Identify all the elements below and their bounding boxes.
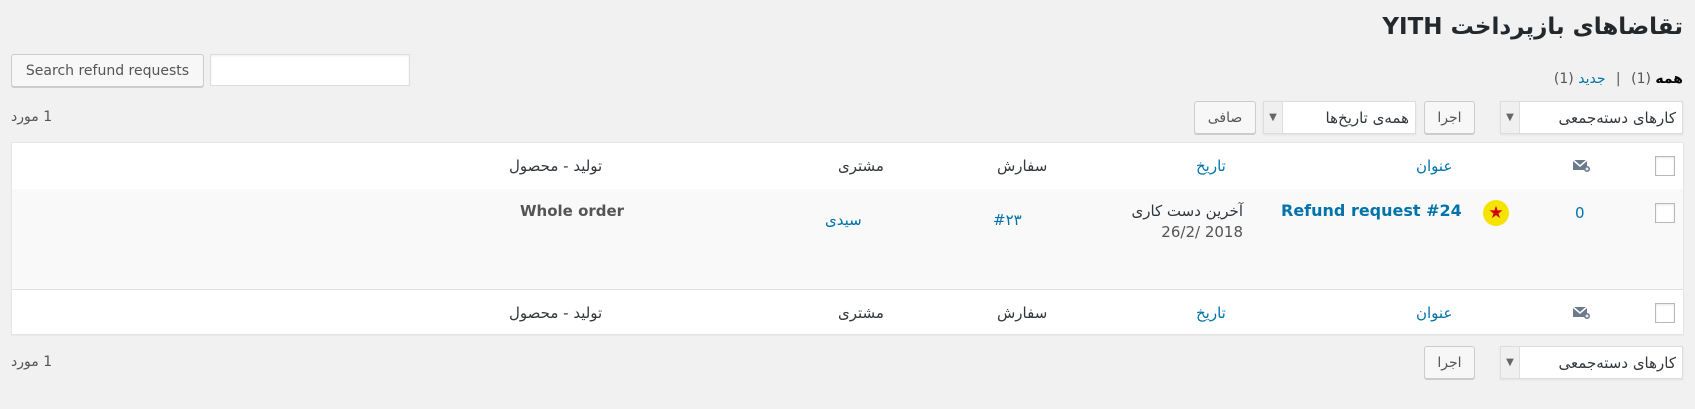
column-title-footer[interactable]: عنوان (1416, 304, 1452, 322)
bulk-actions-selected-bottom: کارهای دسته‌جمعی (1558, 353, 1676, 372)
customer-link[interactable]: سیدی (825, 211, 862, 229)
messages-count-link[interactable]: 0 (1575, 204, 1585, 222)
search-refund-requests-button[interactable]: Search refund requests (11, 54, 204, 87)
refund-request-title-link[interactable]: Refund request #24 (1281, 201, 1462, 220)
table-row: 0 ★ Refund request #24 آخرین دست کاری 20… (12, 189, 1683, 289)
view-separator: | (1615, 71, 1621, 87)
view-all-count: (1) (1631, 71, 1651, 87)
mail-icon (1572, 305, 1590, 323)
request-date: آخرین دست کاری 2018 /26/2 (1131, 201, 1243, 243)
items-count-bottom: 1 مورد (11, 354, 53, 370)
select-all-checkbox-bottom[interactable] (1655, 303, 1675, 323)
column-customer-footer: مشتری (838, 304, 884, 322)
refund-requests-table: عنوان تاریخ سفارش مشتری تولید - محصول 0 … (11, 142, 1684, 335)
bulk-actions-selected: کارهای دسته‌جمعی (1558, 108, 1676, 127)
chevron-down-icon: ▼ (1501, 102, 1520, 133)
bulk-actions-select-bottom[interactable]: کارهای دسته‌جمعی ▼ (1500, 346, 1683, 379)
column-order-header: سفارش (997, 157, 1048, 175)
column-product-footer: تولید - محصول (509, 304, 603, 322)
view-new-count: (1) (1553, 71, 1574, 87)
items-count-top: 1 مورد (11, 109, 53, 125)
date-value: 2018 /26/2 (1161, 223, 1243, 241)
date-label: آخرین دست کاری (1131, 202, 1243, 220)
row-checkbox[interactable] (1655, 203, 1675, 223)
date-filter-select[interactable]: همه‌ی تاریخ‌ها ▼ (1263, 101, 1416, 134)
chevron-down-icon: ▼ (1264, 102, 1283, 133)
column-product-header: تولید - محصول (509, 157, 603, 175)
table-header-row: عنوان تاریخ سفارش مشتری تولید - محصول (12, 143, 1683, 190)
select-all-checkbox[interactable] (1655, 156, 1675, 176)
bulk-actions-select-top[interactable]: کارهای دسته‌جمعی ▼ (1500, 101, 1683, 134)
date-filter-selected: همه‌ی تاریخ‌ها (1325, 108, 1409, 127)
chevron-down-icon: ▼ (1501, 347, 1520, 378)
filter-button[interactable]: صافی (1194, 101, 1256, 134)
mail-icon (1572, 158, 1590, 176)
view-new-link[interactable]: جدید (1578, 71, 1605, 87)
apply-button-top[interactable]: اجرا (1424, 101, 1475, 134)
view-all-link[interactable]: همه (1655, 71, 1683, 87)
apply-button-bottom[interactable]: اجرا (1424, 346, 1475, 379)
order-link[interactable]: #۲۳ (993, 211, 1022, 229)
column-order-footer: سفارش (997, 304, 1048, 322)
column-date-header[interactable]: تاریخ (1196, 157, 1226, 175)
table-footer-row: عنوان تاریخ سفارش مشتری تولید - محصول (12, 289, 1683, 336)
column-customer-header: مشتری (838, 157, 884, 175)
star-icon: ★ (1483, 200, 1509, 226)
column-date-footer[interactable]: تاریخ (1196, 304, 1226, 322)
column-title-header[interactable]: عنوان (1416, 157, 1452, 175)
product-value: Whole order (520, 202, 625, 220)
view-filters: همه (1) | جدید (1) (1554, 71, 1683, 87)
page-title: تقاضاهای بازپرداخت YITH (1382, 14, 1683, 40)
search-input[interactable] (210, 54, 410, 86)
